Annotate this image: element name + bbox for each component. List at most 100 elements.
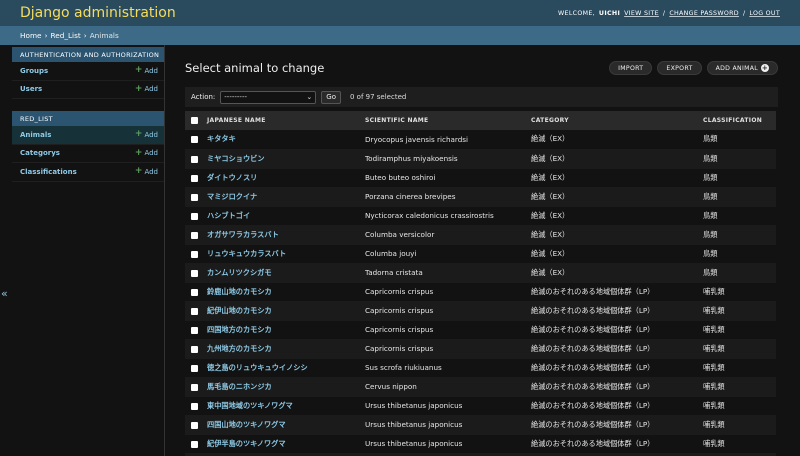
row-checkbox[interactable]: [191, 383, 198, 391]
add-user-link[interactable]: + Add: [135, 84, 158, 94]
classification-cell: 鳥類: [699, 206, 776, 226]
column-header-scientific-name[interactable]: SCIENTIFIC NAME: [361, 111, 527, 130]
row-checkbox[interactable]: [191, 250, 198, 258]
user-tools: WELCOME, UICHI VIEW SITE / CHANGE PASSWO…: [558, 10, 780, 17]
action-selected-value: ---------: [224, 93, 248, 101]
sidebar-toggle-icon[interactable]: «: [1, 287, 8, 300]
animal-japanese-name-link[interactable]: 紀伊山地のカモシカ: [207, 306, 272, 315]
animal-japanese-name-link[interactable]: キタタキ: [207, 134, 236, 143]
row-checkbox[interactable]: [191, 440, 198, 448]
animal-japanese-name-link[interactable]: 馬毛島のニホンジカ: [207, 382, 272, 391]
animal-japanese-name-link[interactable]: 徳之島のリュウキュウイノシシ: [207, 363, 308, 372]
classification-cell: 鳥類: [699, 130, 776, 150]
table-row: 東中国地域のツキノワグマ Ursus thibetanus japonicus 絶滅…: [185, 396, 776, 416]
table-row: ダイトウノスリ Buteo buteo oshiroi 絶滅（EX） 鳥類: [185, 168, 776, 188]
row-checkbox[interactable]: [191, 155, 198, 163]
add-label: Add: [144, 66, 158, 75]
row-checkbox[interactable]: [191, 288, 198, 296]
categorys-link[interactable]: Categorys: [20, 149, 60, 157]
table-row: キタタキ Dryocopus javensis richardsi 絶滅（EX） 鳥類: [185, 130, 776, 150]
animal-japanese-name-link[interactable]: 鈴鹿山地のカモシカ: [207, 287, 272, 296]
add-category-link[interactable]: + Add: [135, 148, 158, 158]
animal-japanese-name-link[interactable]: カンムリツクシガモ: [207, 268, 272, 277]
row-checkbox[interactable]: [191, 307, 198, 315]
classification-cell: 哺乳類: [699, 282, 776, 302]
scientific-name-cell: Dryocopus javensis richardsi: [361, 130, 527, 150]
table-row: オガサワラカラスバト Columba versicolor 絶滅（EX） 鳥類: [185, 225, 776, 245]
row-checkbox[interactable]: [191, 212, 198, 220]
column-header-japanese-name[interactable]: JAPANESE NAME: [203, 111, 361, 130]
row-checkbox[interactable]: [191, 326, 198, 334]
nav-sidebar: AUTHENTICATION AND AUTHORIZATION Groups …: [0, 45, 165, 456]
site-brand[interactable]: Django administration: [20, 5, 176, 21]
scientific-name-cell: Sus scrofa riukiuanus: [361, 358, 527, 378]
sidebar-item-users: Users + Add: [12, 81, 164, 99]
select-all-checkbox[interactable]: [191, 117, 198, 124]
breadcrumb-home[interactable]: Home: [20, 31, 42, 40]
animal-japanese-name-link[interactable]: オガサワラカラスバト: [207, 230, 279, 239]
row-checkbox[interactable]: [191, 345, 198, 353]
scientific-name-cell: Todiramphus miyakoensis: [361, 149, 527, 169]
add-animal-link[interactable]: + Add: [135, 130, 158, 139]
animal-japanese-name-link[interactable]: 紀伊半島のツキノワグマ: [207, 439, 286, 448]
row-checkbox[interactable]: [191, 193, 198, 201]
add-group-link[interactable]: + Add: [135, 66, 158, 75]
classification-cell: 哺乳類: [699, 377, 776, 397]
separator: /: [742, 9, 746, 17]
action-select[interactable]: --------- ⌄: [220, 90, 317, 104]
breadcrumb-app[interactable]: Red_List: [50, 31, 80, 40]
row-checkbox[interactable]: [191, 364, 198, 372]
animals-link[interactable]: Animals: [20, 131, 51, 139]
category-cell: 絶滅のおそれのある地域個体群（LP）: [527, 434, 699, 454]
category-cell: 絶滅（EX）: [527, 187, 699, 207]
add-animal-button[interactable]: ADD ANIMAL +: [706, 61, 778, 75]
animal-japanese-name-link[interactable]: 四国地方のカモシカ: [207, 325, 272, 334]
animal-japanese-name-link[interactable]: マミジロクイナ: [207, 192, 257, 201]
animal-japanese-name-link[interactable]: ミヤコショウビン: [207, 154, 265, 163]
row-checkbox[interactable]: [191, 174, 198, 182]
module-caption[interactable]: AUTHENTICATION AND AUTHORIZATION: [12, 47, 164, 62]
log-out-link[interactable]: LOG OUT: [749, 10, 780, 17]
page-title: Select animal to change: [185, 61, 325, 75]
animal-japanese-name-link[interactable]: ダイトウノスリ: [207, 173, 257, 182]
users-link[interactable]: Users: [20, 85, 42, 93]
module-caption[interactable]: RED_LIST: [12, 111, 164, 126]
groups-link[interactable]: Groups: [20, 67, 48, 75]
category-cell: 絶滅（EX）: [527, 206, 699, 226]
breadcrumb: Home › Red_List › Animals: [0, 26, 800, 45]
plus-icon: +: [134, 166, 143, 177]
category-cell: 絶滅（EX）: [527, 263, 699, 283]
content-main: Select animal to change IMPORT EXPORT AD…: [165, 45, 800, 456]
animal-japanese-name-link[interactable]: 東中国地域のツキノワグマ: [207, 401, 293, 410]
classifications-link[interactable]: Classifications: [20, 168, 77, 176]
classification-cell: 鳥類: [699, 187, 776, 207]
scientific-name-cell: Ursus thibetanus japonicus: [361, 396, 527, 416]
animal-japanese-name-link[interactable]: 四国山地のツキノワグマ: [207, 420, 286, 429]
animal-japanese-name-link[interactable]: 九州地方のカモシカ: [207, 344, 272, 353]
animal-japanese-name-link[interactable]: ハシブトゴイ: [207, 211, 250, 220]
row-checkbox[interactable]: [191, 402, 198, 410]
change-password-link[interactable]: CHANGE PASSWORD: [669, 10, 739, 17]
scientific-name-cell: Tadorna cristata: [361, 263, 527, 283]
row-checkbox[interactable]: [191, 421, 198, 429]
row-checkbox[interactable]: [191, 231, 198, 239]
chevron-down-icon: ⌄: [306, 93, 313, 101]
sidebar-item-categorys: Categorys + Add: [12, 145, 164, 163]
category-cell: 絶滅のおそれのある地域個体群（LP）: [527, 396, 699, 416]
classification-cell: 哺乳類: [699, 339, 776, 359]
scientific-name-cell: Ursus thibetanus japonicus: [361, 415, 527, 435]
column-header-classification[interactable]: CLASSIFICATION: [699, 111, 776, 130]
category-cell: 絶滅のおそれのある地域個体群（LP）: [527, 415, 699, 435]
import-button[interactable]: IMPORT: [609, 61, 653, 75]
category-cell: 絶滅のおそれのある地域個体群（LP）: [527, 339, 699, 359]
column-header-category[interactable]: CATEGORY: [527, 111, 699, 130]
table-row: リュウキュウカラスバト Columba jouyi 絶滅（EX） 鳥類: [185, 244, 776, 264]
export-button[interactable]: EXPORT: [657, 61, 702, 75]
go-button[interactable]: Go: [321, 90, 341, 104]
add-classification-link[interactable]: + Add: [135, 167, 158, 176]
row-checkbox[interactable]: [191, 136, 198, 144]
table-row: 徳之島のリュウキュウイノシシ Sus scrofa riukiuanus 絶滅のおそ…: [185, 358, 776, 378]
row-checkbox[interactable]: [191, 269, 198, 277]
animal-japanese-name-link[interactable]: リュウキュウカラスバト: [207, 249, 286, 258]
view-site-link[interactable]: VIEW SITE: [624, 10, 659, 17]
